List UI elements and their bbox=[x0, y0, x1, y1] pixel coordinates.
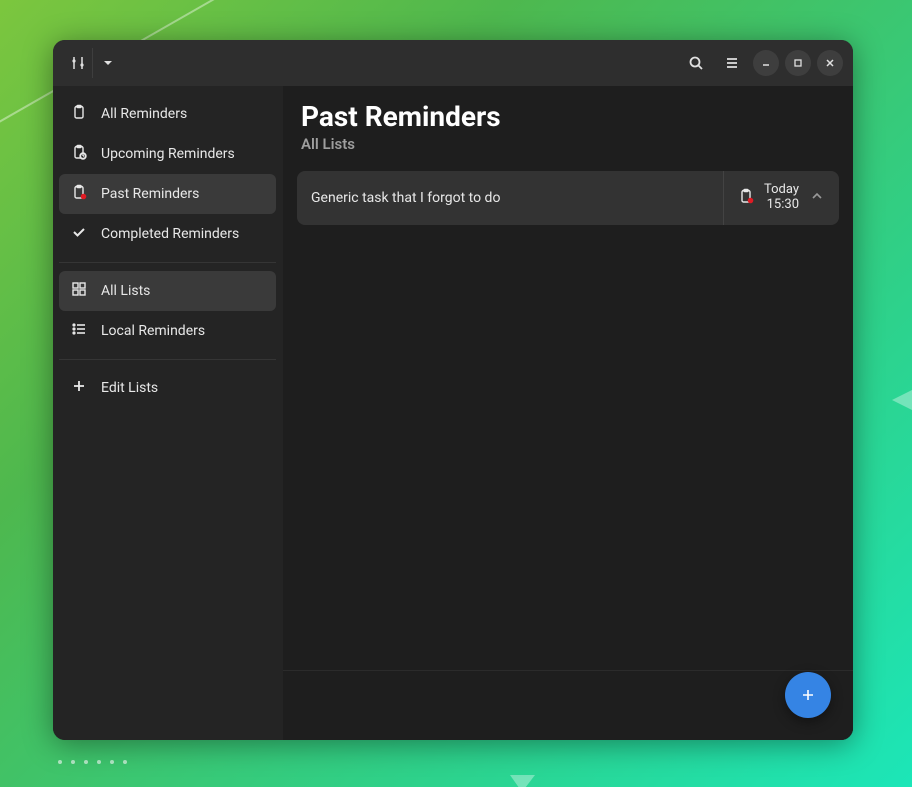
clipboard-icon bbox=[71, 104, 87, 124]
settings-sliders-button[interactable] bbox=[63, 48, 93, 78]
sidebar-item-edit-lists[interactable]: Edit Lists bbox=[59, 368, 276, 408]
list-icon bbox=[71, 321, 87, 341]
page-title: Past Reminders bbox=[301, 100, 835, 133]
sidebar-item-all-lists[interactable]: All Lists bbox=[59, 271, 276, 311]
page-subtitle: All Lists bbox=[301, 135, 835, 153]
close-button[interactable] bbox=[817, 50, 843, 76]
reminder-list: Generic task that I forgot to do Today 1… bbox=[283, 171, 853, 670]
sidebar-item-completed-reminders[interactable]: Completed Reminders bbox=[59, 214, 276, 254]
sidebar-item-label: All Lists bbox=[101, 283, 150, 299]
titlebar-left bbox=[63, 48, 123, 78]
main-panel: Past Reminders All Lists Generic task th… bbox=[283, 86, 853, 740]
search-button[interactable] bbox=[681, 48, 711, 78]
reminder-meta: Today 15:30 bbox=[723, 171, 825, 225]
chevron-up-icon[interactable] bbox=[809, 188, 825, 208]
add-reminder-fab[interactable] bbox=[785, 672, 831, 718]
bottom-bar bbox=[283, 670, 853, 740]
sidebar-item-upcoming-reminders[interactable]: Upcoming Reminders bbox=[59, 134, 276, 174]
reminder-date: Today 15:30 bbox=[764, 183, 799, 213]
sidebar-item-label: Upcoming Reminders bbox=[101, 146, 235, 162]
plus-icon bbox=[71, 378, 87, 398]
reminder-row[interactable]: Generic task that I forgot to do Today 1… bbox=[297, 171, 839, 225]
sidebar-item-label: Local Reminders bbox=[101, 323, 205, 339]
minimize-button[interactable] bbox=[753, 50, 779, 76]
titlebar-right bbox=[681, 48, 843, 78]
reminder-date-day: Today bbox=[764, 183, 799, 198]
sidebar-separator bbox=[59, 359, 276, 360]
clipboard-overdue-icon bbox=[71, 184, 87, 204]
sidebar-item-label: Past Reminders bbox=[101, 186, 199, 202]
view-dropdown-button[interactable] bbox=[93, 48, 123, 78]
sidebar-item-label: All Reminders bbox=[101, 106, 187, 122]
grid-icon bbox=[71, 281, 87, 301]
clipboard-clock-icon bbox=[71, 144, 87, 164]
maximize-button[interactable] bbox=[785, 50, 811, 76]
main-header: Past Reminders All Lists bbox=[283, 86, 853, 171]
clipboard-overdue-icon bbox=[738, 188, 754, 208]
sidebar-item-label: Edit Lists bbox=[101, 380, 158, 396]
sidebar-separator bbox=[59, 262, 276, 263]
sidebar-item-all-reminders[interactable]: All Reminders bbox=[59, 94, 276, 134]
sidebar-item-local-reminders[interactable]: Local Reminders bbox=[59, 311, 276, 351]
sidebar-item-past-reminders[interactable]: Past Reminders bbox=[59, 174, 276, 214]
sidebar-item-label: Completed Reminders bbox=[101, 226, 239, 242]
reminder-date-time: 15:30 bbox=[767, 198, 799, 213]
app-window: All Reminders Upcoming Reminders bbox=[53, 40, 853, 740]
hamburger-menu-button[interactable] bbox=[717, 48, 747, 78]
reminder-text: Generic task that I forgot to do bbox=[311, 190, 709, 206]
titlebar bbox=[53, 40, 853, 86]
check-icon bbox=[71, 224, 87, 244]
sidebar: All Reminders Upcoming Reminders bbox=[53, 86, 283, 740]
